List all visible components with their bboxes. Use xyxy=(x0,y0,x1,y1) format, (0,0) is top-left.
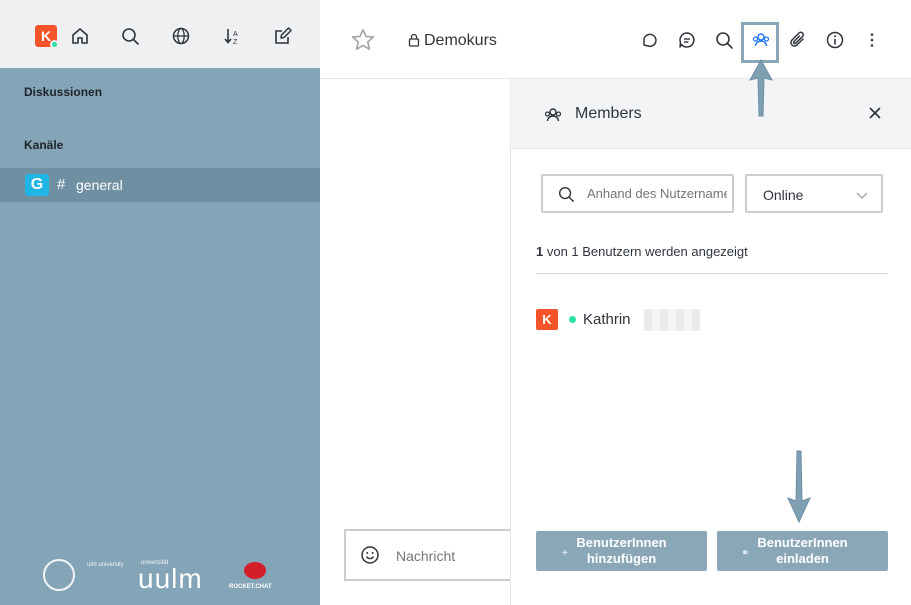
header-search-icon[interactable] xyxy=(714,30,734,50)
user-status-indicator xyxy=(50,40,59,49)
message-composer xyxy=(344,529,524,581)
divider xyxy=(536,273,888,274)
room-header: Demokurs xyxy=(320,0,911,79)
emoji-icon[interactable] xyxy=(360,545,380,565)
channel-avatar: G xyxy=(25,174,49,196)
close-icon[interactable] xyxy=(866,104,884,122)
plus-icon: + xyxy=(562,548,568,559)
members-panel-header: Members xyxy=(511,79,911,149)
section-heading-channels: Kanäle xyxy=(24,138,64,152)
search-icon[interactable] xyxy=(120,26,140,46)
section-heading-discussions: Diskussionen xyxy=(24,85,103,99)
status-filter-value: Online xyxy=(763,187,804,203)
favorite-star-icon[interactable] xyxy=(350,27,376,53)
status-filter-select[interactable]: Online xyxy=(745,174,883,213)
university-logo-text: uulm xyxy=(138,563,203,594)
university-seal-icon xyxy=(43,559,75,591)
sidebar-item-general[interactable]: G # general xyxy=(0,168,320,202)
members-header-icon xyxy=(544,108,562,122)
online-status-dot xyxy=(569,316,576,323)
create-new-icon[interactable] xyxy=(273,26,293,46)
search-field-icon xyxy=(558,186,574,202)
sidebar-toolbar: K AZ xyxy=(0,0,320,68)
add-users-button[interactable]: + BenutzerInnen hinzufügen xyxy=(536,531,707,571)
member-search-box xyxy=(541,174,734,213)
members-icon[interactable] xyxy=(751,30,771,50)
invite-icon: ⚭ xyxy=(741,548,750,559)
redacted-surname xyxy=(644,309,700,331)
member-name: Kathrin xyxy=(583,311,631,328)
threads-icon[interactable] xyxy=(677,30,697,50)
member-search-input[interactable] xyxy=(587,186,727,201)
chevron-down-icon xyxy=(856,192,868,199)
member-count-text: von 1 Benutzern werden angezeigt xyxy=(543,244,748,259)
rocket-chat-label: ROCKET.CHAT xyxy=(229,584,272,590)
kebab-menu-icon[interactable] xyxy=(862,30,882,50)
directory-globe-icon[interactable] xyxy=(171,26,191,46)
annotation-arrow-down-icon xyxy=(787,450,811,524)
university-caption: ulm university xyxy=(87,562,124,568)
sidebar: K AZ Diskussionen Kanäle G # general ulm… xyxy=(0,0,320,605)
annotation-arrow-up-icon xyxy=(749,58,773,117)
list-item[interactable]: K Kathrin xyxy=(536,309,888,331)
sidebar-item-label: general xyxy=(76,177,123,193)
discussion-icon[interactable] xyxy=(640,30,660,50)
members-panel-title: Members xyxy=(575,105,642,122)
member-avatar: K xyxy=(536,309,558,330)
sort-icon[interactable]: AZ xyxy=(222,26,242,46)
svg-text:Z: Z xyxy=(233,39,238,46)
home-icon[interactable] xyxy=(70,26,90,46)
hash-icon: # xyxy=(57,176,66,193)
member-count: 1 von 1 Benutzern werden angezeigt xyxy=(536,244,748,259)
attachment-icon[interactable] xyxy=(788,30,808,50)
members-panel: Members Online 1 von 1 Benutzern werden … xyxy=(510,79,911,605)
sidebar-footer: ulm university universität uulm ROCKET.C… xyxy=(0,550,320,600)
lock-icon xyxy=(408,33,420,47)
rocket-chat-logo-icon xyxy=(244,562,266,579)
info-icon[interactable] xyxy=(825,30,845,50)
invite-users-button[interactable]: ⚭ BenutzerInnen einladen xyxy=(717,531,888,571)
svg-text:A: A xyxy=(233,31,238,38)
message-input[interactable] xyxy=(396,548,516,564)
room-title: Demokurs xyxy=(424,32,497,49)
